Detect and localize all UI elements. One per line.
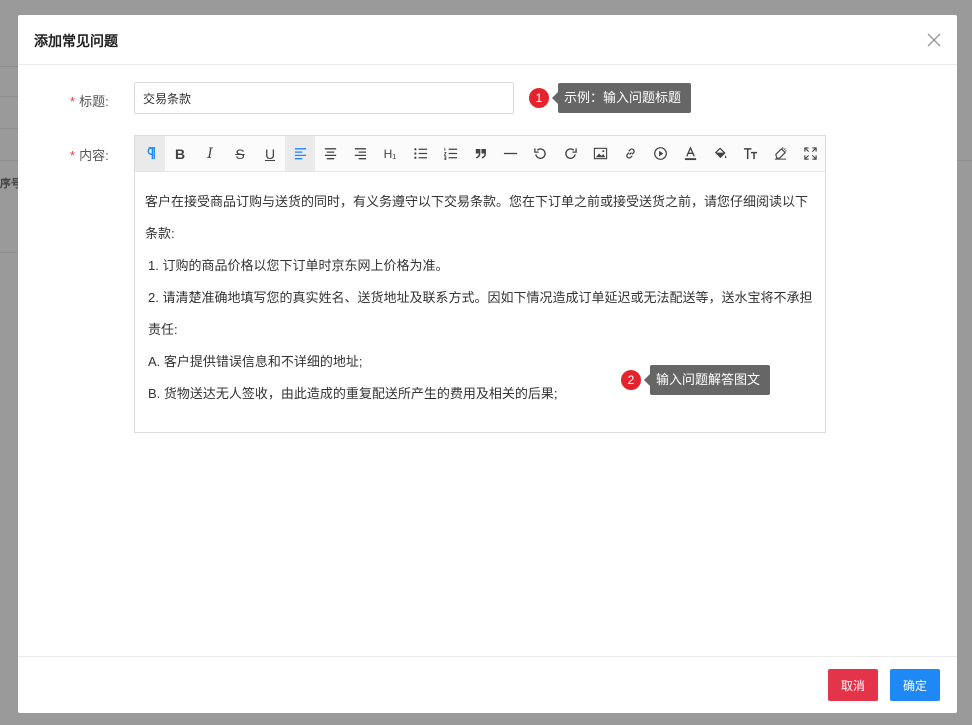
redo-icon[interactable]: [555, 136, 585, 171]
fullscreen-icon[interactable]: [795, 136, 825, 171]
dialog-header: 添加常见问题: [18, 15, 957, 65]
underline-button[interactable]: U: [255, 136, 285, 171]
step-badge-1: 1: [529, 88, 549, 108]
title-tip: 示例：输入问题标题: [551, 83, 692, 113]
content-paragraph: 客户在接受商品订购与送货的同时，有义务遵守以下交易条款。您在下订单之前或接受送货…: [145, 194, 809, 241]
undo-icon[interactable]: [525, 136, 555, 171]
horizontal-rule-icon[interactable]: [495, 136, 525, 171]
bold-button[interactable]: B: [165, 136, 195, 171]
content-paragraph: 1. 订购的商品价格以您下订单时京东网上价格为准。: [148, 258, 449, 273]
strikethrough-button[interactable]: S: [225, 136, 255, 171]
numbered-list-icon[interactable]: [435, 136, 465, 171]
align-right-icon[interactable]: [345, 136, 375, 171]
content-paragraph: 2. 请清楚准确地填写您的真实姓名、送货地址及联系方式。因如下情况造成订单延迟或…: [148, 290, 813, 337]
align-center-icon[interactable]: [315, 136, 345, 171]
paint-bucket-icon[interactable]: [705, 136, 735, 171]
quote-icon[interactable]: [465, 136, 495, 171]
add-faq-dialog: 添加常见问题 *标题: 1 示例：输入问题标题 *内容: B I S U: [18, 15, 957, 713]
content-label-text: 内容:: [79, 148, 109, 163]
editor-toolbar: B I S U H₁: [135, 136, 825, 172]
required-mark: *: [70, 94, 76, 109]
align-left-icon[interactable]: [285, 136, 315, 171]
content-tip: 输入问题解答图文: [643, 365, 771, 395]
title-input[interactable]: [134, 82, 514, 114]
link-icon[interactable]: [615, 136, 645, 171]
cancel-button[interactable]: 取消: [828, 669, 878, 701]
close-icon[interactable]: [925, 31, 943, 49]
background-divider: [0, 160, 18, 161]
background-divider: [0, 96, 18, 97]
dialog-footer: 取消 确定: [18, 656, 957, 713]
background-divider: [0, 128, 18, 129]
required-mark: *: [70, 148, 76, 163]
video-icon[interactable]: [645, 136, 675, 171]
title-label: * 标题:: [70, 91, 109, 110]
title-label-text: 标题:: [79, 94, 109, 109]
background-divider: [957, 160, 972, 161]
font-size-icon[interactable]: [735, 136, 765, 171]
clear-format-icon[interactable]: [765, 136, 795, 171]
background-divider: [0, 252, 18, 253]
font-color-icon[interactable]: [675, 136, 705, 171]
italic-button[interactable]: I: [195, 136, 225, 171]
image-icon[interactable]: [585, 136, 615, 171]
confirm-button[interactable]: 确定: [890, 669, 940, 701]
step-badge-2: 2: [621, 370, 641, 390]
background-divider: [0, 66, 18, 67]
heading-button[interactable]: H₁: [375, 136, 405, 171]
dialog-title: 添加常见问题: [34, 33, 118, 49]
bulleted-list-icon[interactable]: [405, 136, 435, 171]
paragraph-icon[interactable]: [135, 136, 165, 171]
content-label: * 内容:: [70, 145, 109, 164]
